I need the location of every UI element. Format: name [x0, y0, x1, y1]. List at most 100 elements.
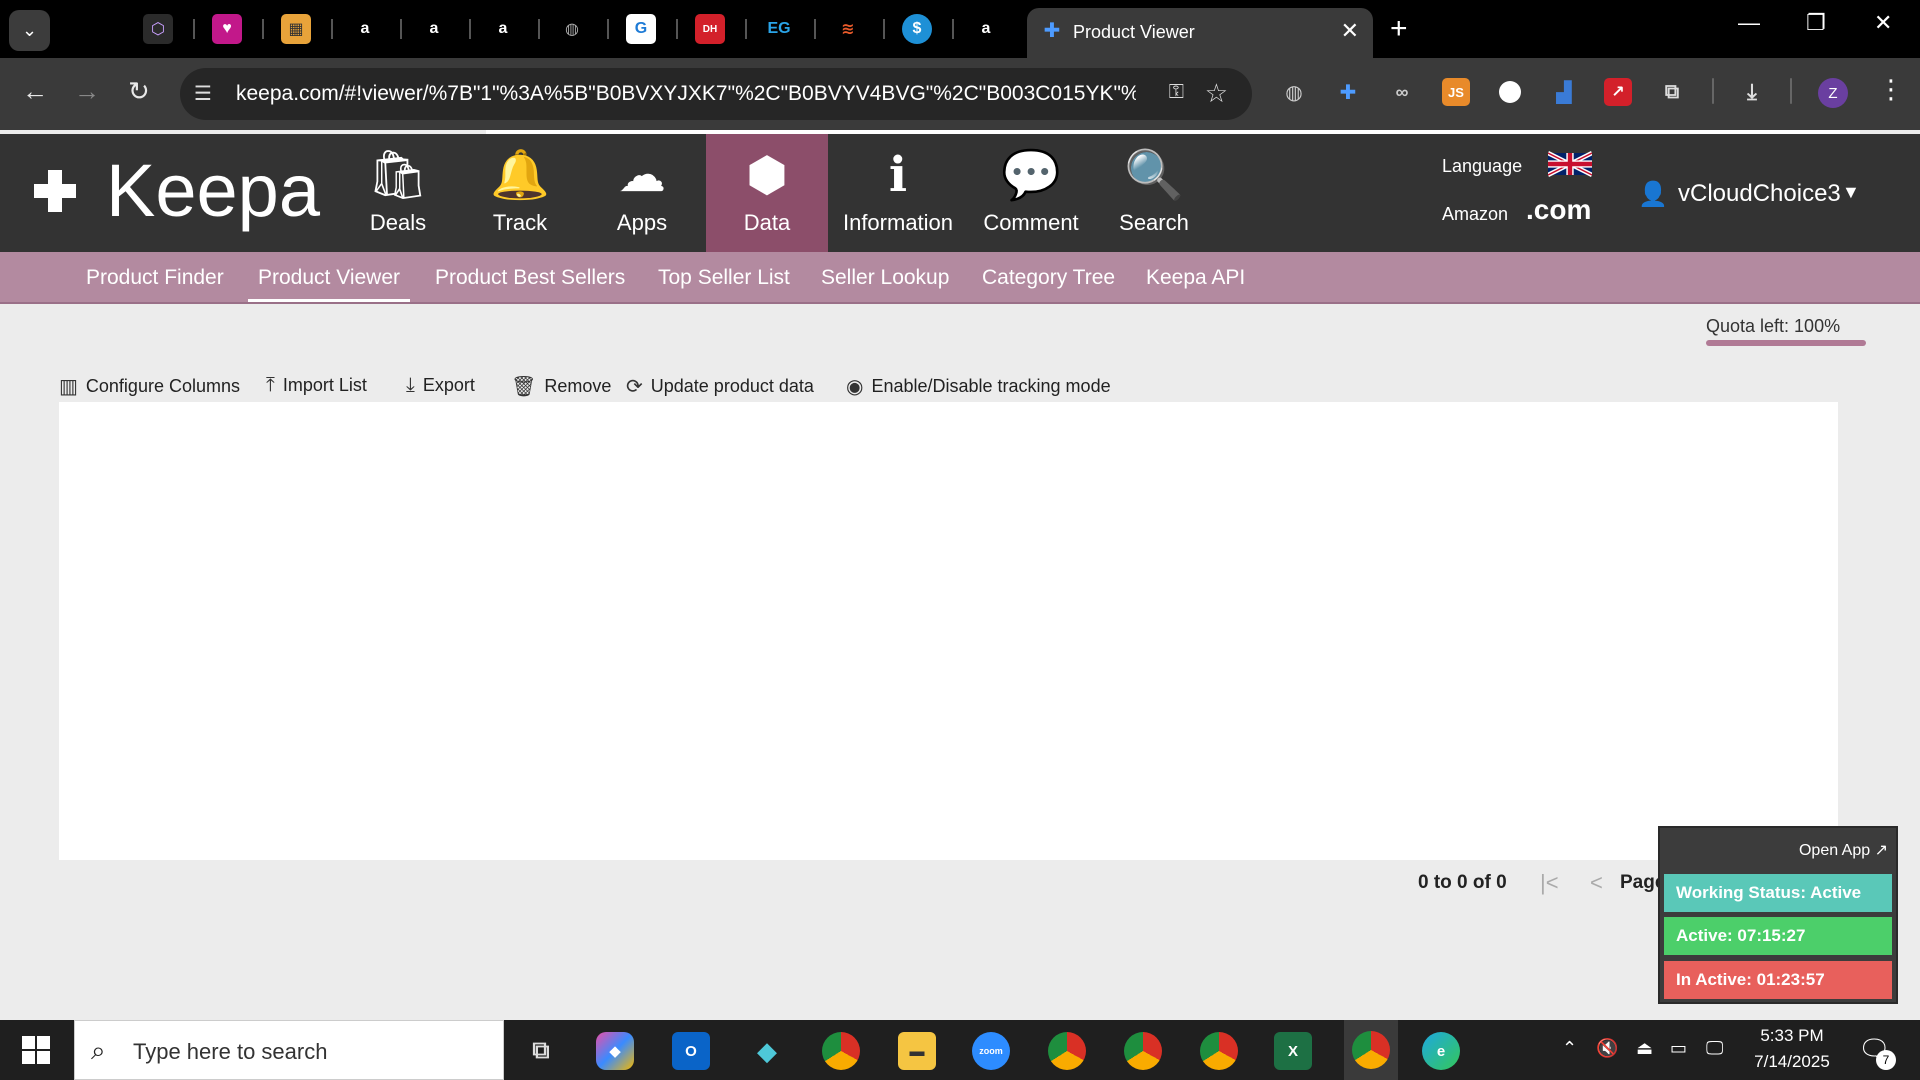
nav-track[interactable]: 🔔 Track [480, 134, 560, 252]
extension-circle-icon[interactable] [1499, 81, 1521, 103]
browser-toolbar: ← → ↻ ☰ keepa.com/#!viewer/%7B"1"%3A%5B"… [0, 58, 1920, 130]
clock-date[interactable]: 7/14/2025 [1744, 1052, 1840, 1072]
subnav-top-seller-list[interactable]: Top Seller List [658, 266, 790, 290]
copilot-icon[interactable]: ◆ [596, 1032, 634, 1070]
pinned-tab-globe-icon[interactable]: ◍ [557, 14, 587, 44]
battery-icon[interactable]: ▭ [1670, 1038, 1687, 1059]
extension-infinity-icon[interactable]: ∞ [1388, 78, 1416, 106]
toolbar-separator [1790, 78, 1792, 104]
caret-down-icon[interactable]: ▼ [1842, 182, 1860, 203]
nav-search[interactable]: 🔍 Search [1110, 134, 1198, 252]
amazon-domain-selector[interactable]: .com [1526, 194, 1591, 226]
toolbar-separator [1712, 78, 1714, 104]
tab-search-button[interactable]: ⌄ [9, 10, 50, 51]
export-button[interactable]: ⤓ Export [406, 374, 475, 397]
pinned-tab-box-icon[interactable]: ▦ [281, 14, 311, 44]
tab-separator [400, 19, 402, 39]
pinned-tab-amazon-icon[interactable]: a [419, 14, 449, 44]
url-text[interactable]: keepa.com/#!viewer/%7B"1"%3A%5B"B0BVXYJX… [236, 82, 1136, 106]
pinned-tab-dollar-icon[interactable]: $ [902, 14, 932, 44]
chrome-icon[interactable] [1048, 1032, 1086, 1070]
profile-avatar[interactable]: Z [1818, 78, 1848, 108]
subnav-keepa-api[interactable]: Keepa API [1146, 266, 1245, 290]
show-hidden-icons-icon[interactable]: ⌃ [1562, 1038, 1577, 1059]
pinned-tab-layers-icon[interactable]: ≋ [833, 14, 863, 44]
forward-icon[interactable]: → [74, 76, 100, 107]
pinned-tab-g-icon[interactable]: G [626, 14, 656, 44]
nav-comment[interactable]: 💬 Comment [976, 134, 1086, 252]
volume-muted-icon[interactable]: 🔇 [1596, 1038, 1618, 1059]
product-grid[interactable] [59, 402, 1838, 860]
password-key-icon[interactable]: ⚿ [1169, 81, 1184, 104]
pinned-tab-cube-icon[interactable]: ⬡ [143, 14, 173, 44]
new-tab-button[interactable]: + [1390, 12, 1408, 46]
tab-separator [469, 19, 471, 39]
nav-deals[interactable]: 🛍 Deals [358, 134, 438, 252]
pinned-tab-dh-icon[interactable]: DH [695, 14, 725, 44]
chrome-active-icon[interactable] [1344, 1020, 1398, 1080]
pinned-tab-heart-icon[interactable]: ♥ [212, 14, 242, 44]
outlook-icon[interactable]: O [672, 1032, 710, 1070]
chrome-profile-icon[interactable] [1200, 1032, 1238, 1070]
username[interactable]: vCloudChoice3 [1678, 180, 1841, 208]
quota-bar [1706, 340, 1866, 346]
keepa-logo[interactable]: Keepa [106, 148, 320, 233]
diamond-app-icon[interactable]: ◆ [748, 1032, 786, 1070]
extension-globe-icon[interactable]: ◍ [1280, 78, 1308, 106]
close-tab-icon[interactable]: ✕ [1341, 18, 1359, 44]
task-view-icon[interactable]: ⧉ [522, 1032, 560, 1070]
nav-information[interactable]: ℹ Information [836, 134, 960, 252]
pinned-tab-amazon-icon[interactable]: a [488, 14, 518, 44]
uk-flag-icon[interactable] [1548, 150, 1592, 178]
start-windows-icon[interactable] [22, 1036, 50, 1064]
extension-js-icon[interactable]: JS [1442, 78, 1470, 106]
subnav-product-best-sellers[interactable]: Product Best Sellers [435, 266, 625, 290]
file-explorer-icon[interactable]: ▬ [898, 1032, 936, 1070]
previous-page-icon[interactable]: < [1590, 870, 1603, 896]
subnav-category-tree[interactable]: Category Tree [982, 266, 1115, 290]
edge-icon[interactable]: e [1422, 1032, 1460, 1070]
pinned-tab-eg-icon[interactable]: EG [764, 14, 794, 44]
first-page-icon[interactable]: |< [1540, 870, 1559, 896]
site-settings-icon[interactable]: ☰ [194, 81, 212, 106]
usb-icon[interactable]: ⏏ [1636, 1038, 1653, 1059]
tracking-mode-button[interactable]: ◉ Enable/Disable tracking mode [846, 374, 1111, 399]
subnav-seller-lookup[interactable]: Seller Lookup [821, 266, 949, 290]
subnav-product-viewer[interactable]: Product Viewer [248, 266, 411, 302]
reload-icon[interactable]: ↻ [128, 76, 150, 107]
zoom-icon[interactable]: zoom [972, 1032, 1010, 1070]
pinned-tab-amazon-icon[interactable]: a [971, 14, 1001, 44]
taskbar-search-box[interactable]: ⌕ Type here to search [74, 1020, 504, 1080]
active-tab[interactable]: ✚ Product Viewer ✕ [1027, 8, 1373, 58]
open-app-link[interactable]: Open App ↗ [1799, 840, 1888, 860]
extension-arrow-icon[interactable]: ↗ [1604, 78, 1632, 106]
pinned-tab-amazon-icon[interactable]: a [350, 14, 380, 44]
import-list-button[interactable]: ⤒ Import List [266, 374, 367, 397]
network-icon[interactable]: 🖵 [1706, 1038, 1723, 1059]
configure-columns-button[interactable]: ▥ Configure Columns [59, 374, 240, 399]
browser-menu-icon[interactable]: ⋮ [1878, 74, 1904, 105]
clock-time[interactable]: 5:33 PM [1752, 1026, 1832, 1046]
extension-keepa-icon[interactable]: ✚ [1334, 78, 1362, 106]
address-bar[interactable]: ☰ keepa.com/#!viewer/%7B"1"%3A%5B"B0BVXY… [180, 68, 1252, 120]
downloads-icon[interactable]: ⤓ [1738, 78, 1766, 106]
subnav-product-finder[interactable]: Product Finder [86, 266, 224, 290]
extension-chart-icon[interactable]: ▟ [1550, 78, 1578, 106]
nav-apps[interactable]: ☁ Apps [602, 134, 682, 252]
restore-window-icon[interactable]: ❐ [1806, 10, 1826, 36]
tab-separator [262, 19, 264, 39]
update-product-data-button[interactable]: ⟳ Update product data [626, 374, 814, 399]
nav-data[interactable]: ⬢ Data [706, 134, 828, 252]
chrome-profile-icon[interactable] [822, 1032, 860, 1070]
bookmark-star-icon[interactable]: ☆ [1205, 78, 1228, 109]
chrome-profile-icon[interactable] [1124, 1032, 1162, 1070]
minimize-window-icon[interactable]: — [1738, 10, 1760, 36]
tab-separator [607, 19, 609, 39]
keepa-logo-cross-icon[interactable] [34, 170, 76, 212]
back-icon[interactable]: ← [22, 76, 48, 107]
excel-icon[interactable]: X [1274, 1032, 1312, 1070]
extensions-puzzle-icon[interactable]: ⧉ [1658, 78, 1686, 106]
remove-button[interactable]: 🗑 Remove [511, 374, 611, 399]
close-window-icon[interactable]: ✕ [1874, 10, 1892, 36]
tab-separator [331, 19, 333, 39]
